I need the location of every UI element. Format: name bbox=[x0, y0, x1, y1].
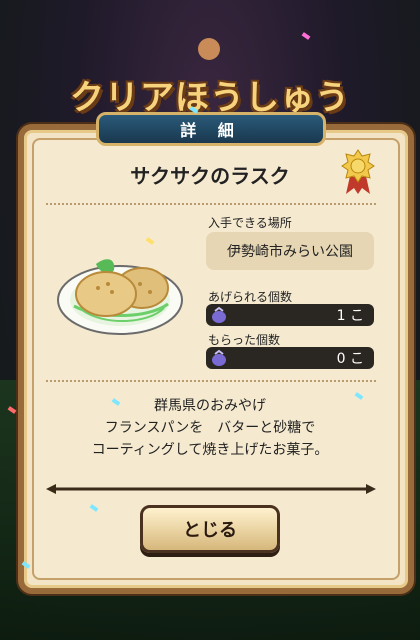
description-line-1: 群馬県のおみやげ bbox=[154, 398, 266, 414]
divider-middle bbox=[46, 380, 376, 382]
bag-icon bbox=[212, 306, 226, 323]
received-count-label: もらった個数 bbox=[208, 333, 281, 347]
crown-ornament-icon bbox=[198, 38, 220, 60]
medal-icon bbox=[341, 149, 375, 194]
confetti-1 bbox=[301, 32, 311, 40]
item-description: 群馬県のおみやげ フランスパンを バターと砂糖で コーティングして焼き上げたお菓… bbox=[0, 395, 420, 461]
divider-top bbox=[46, 203, 376, 205]
obtain-place-label: 入手できる場所 bbox=[208, 216, 292, 230]
given-count-bar: 1 こ bbox=[206, 304, 374, 326]
given-count-label: あげられる個数 bbox=[208, 290, 293, 304]
received-count-value: 0 こ bbox=[336, 351, 364, 367]
close-button[interactable]: とじる bbox=[140, 505, 280, 553]
given-count-value: 1 こ bbox=[336, 308, 364, 324]
ornament-divider bbox=[46, 484, 376, 494]
rusk-plate-image bbox=[57, 259, 183, 335]
description-line-2: フランスパンを バターと砂糖で bbox=[104, 420, 316, 436]
received-count-bar: 0 こ bbox=[206, 347, 374, 369]
bag-icon bbox=[212, 349, 226, 366]
description-line-3: コーティングして焼き上げたお菓子。 bbox=[91, 442, 329, 458]
dialog-header: 詳 細 bbox=[96, 112, 326, 146]
obtain-place-value: 伊勢崎市みらい公園 bbox=[206, 232, 374, 270]
